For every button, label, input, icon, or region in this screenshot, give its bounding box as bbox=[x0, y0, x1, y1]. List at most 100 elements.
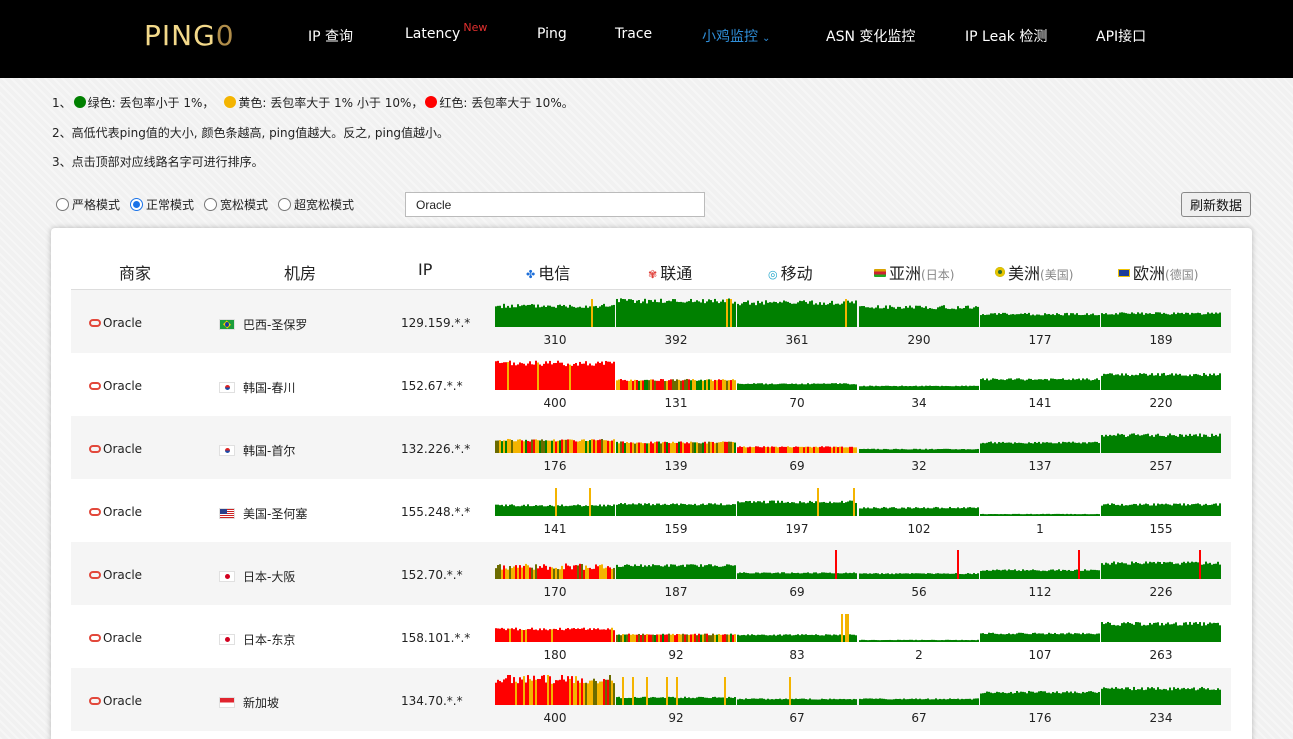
ping-chart-cell[interactable]: 263 bbox=[1101, 612, 1221, 664]
table-row[interactable]: Oracle 日本-大阪 152.70.*.* 170 187 69 56 112 226 bbox=[71, 542, 1231, 605]
ping-chart-cell[interactable]: 180 bbox=[495, 612, 615, 664]
ping-chart-cell[interactable]: 197 bbox=[737, 486, 857, 538]
nav-trace[interactable]: Trace bbox=[615, 26, 652, 42]
radio-loose[interactable] bbox=[204, 198, 218, 211]
ping-bar bbox=[690, 634, 692, 642]
header-america[interactable]: 美洲(美国) bbox=[995, 260, 1073, 284]
header-telecom[interactable]: ✤ 电信 bbox=[526, 260, 570, 284]
ping-chart-cell[interactable]: 1 bbox=[980, 486, 1100, 538]
ping-chart-cell[interactable]: 69 bbox=[737, 423, 857, 475]
ping-chart-cell[interactable]: 189 bbox=[1101, 297, 1221, 349]
ping-chart-cell[interactable]: 141 bbox=[980, 360, 1100, 412]
ping-chart-cell[interactable]: 361 bbox=[737, 297, 857, 349]
ping-chart-cell[interactable]: 83 bbox=[737, 612, 857, 664]
ping-chart-cell[interactable]: 290 bbox=[859, 297, 979, 349]
ping-bar bbox=[887, 508, 889, 516]
header-vendor[interactable]: 商家 bbox=[119, 260, 151, 284]
ping-chart-cell[interactable]: 67 bbox=[859, 675, 979, 727]
ping-chart-cell[interactable]: 310 bbox=[495, 297, 615, 349]
ping-bar bbox=[581, 506, 583, 516]
mode-strict[interactable]: 严格模式 bbox=[56, 196, 120, 213]
radio-normal[interactable] bbox=[130, 198, 144, 211]
ping-bar bbox=[833, 304, 835, 327]
logo[interactable]: PING0 bbox=[144, 19, 235, 52]
table-row[interactable]: Oracle 新加坡 134.70.*.* 400 92 67 67 176 234 bbox=[71, 668, 1231, 731]
radio-strict[interactable] bbox=[56, 198, 69, 211]
ping-chart-cell[interactable]: 92 bbox=[616, 612, 736, 664]
nav-ping[interactable]: Ping bbox=[537, 26, 567, 42]
ping-chart-cell[interactable]: 34 bbox=[859, 360, 979, 412]
nav-ip-leak[interactable]: IP Leak 检测 bbox=[965, 26, 1047, 46]
ping-chart-cell[interactable]: 257 bbox=[1101, 423, 1221, 475]
ping-chart-cell[interactable]: 92 bbox=[616, 675, 736, 727]
nav-latency[interactable]: Latency New bbox=[405, 21, 487, 42]
refresh-button[interactable]: 刷新数据 bbox=[1181, 192, 1251, 217]
header-europe[interactable]: 欧洲(德国) bbox=[1118, 260, 1198, 284]
table-row[interactable]: Oracle 巴西-圣保罗 129.159.*.* 310 392 361 290 177 18… bbox=[71, 290, 1231, 353]
table-row[interactable]: Oracle 韩国-春川 152.67.*.* 400 131 70 34 141 220 bbox=[71, 353, 1231, 416]
ping-chart-cell[interactable]: 32 bbox=[859, 423, 979, 475]
ping-chart-cell[interactable]: 177 bbox=[980, 297, 1100, 349]
table-row[interactable]: Oracle 美国-圣何塞 155.248.*.* 141 159 197 102 1 155 bbox=[71, 479, 1231, 542]
ping-chart-cell[interactable]: 234 bbox=[1101, 675, 1221, 727]
ping-bar bbox=[531, 364, 533, 390]
ping-chart-cell[interactable]: 102 bbox=[859, 486, 979, 538]
ping-bar bbox=[686, 442, 688, 453]
ping-chart-cell[interactable]: 400 bbox=[495, 360, 615, 412]
vendor-cell[interactable]: Oracle bbox=[89, 505, 142, 519]
ping-chart-cell[interactable]: 159 bbox=[616, 486, 736, 538]
ping-chart-cell[interactable]: 141 bbox=[495, 486, 615, 538]
ping-bar bbox=[953, 386, 955, 390]
ping-bar bbox=[791, 383, 793, 390]
ping-chart-cell[interactable]: 220 bbox=[1101, 360, 1221, 412]
mode-normal[interactable]: 正常模式 bbox=[130, 196, 194, 213]
nav-asn-monitor[interactable]: ASN 变化监控 bbox=[826, 26, 915, 46]
ping-chart-cell[interactable]: 56 bbox=[859, 549, 979, 601]
oracle-logo-icon bbox=[89, 382, 101, 390]
ping-chart-cell[interactable]: 392 bbox=[616, 297, 736, 349]
ping-bar bbox=[795, 303, 797, 327]
table-row[interactable]: Oracle 韩国-首尔 132.226.*.* 176 139 69 32 137 257 bbox=[71, 416, 1231, 479]
ping-bar bbox=[571, 505, 573, 516]
ping-chart-cell[interactable]: 137 bbox=[980, 423, 1100, 475]
ping-bar bbox=[601, 305, 603, 327]
header-mobile[interactable]: ◎ 移动 bbox=[768, 260, 813, 284]
ping-chart-cell[interactable]: 131 bbox=[616, 360, 736, 412]
ping-chart-cell[interactable]: 69 bbox=[737, 549, 857, 601]
mode-loose[interactable]: 宽松模式 bbox=[204, 196, 268, 213]
vendor-cell[interactable]: Oracle bbox=[89, 568, 142, 582]
vendor-cell[interactable]: Oracle bbox=[89, 316, 142, 330]
nav-vps-monitor[interactable]: 小鸡监控 ⌄ bbox=[702, 26, 770, 46]
ping-chart-cell[interactable]: 70 bbox=[737, 360, 857, 412]
vendor-cell[interactable]: Oracle bbox=[89, 694, 142, 708]
ping-chart-cell[interactable]: 139 bbox=[616, 423, 736, 475]
filter-input[interactable] bbox=[405, 192, 705, 217]
ping-chart-cell[interactable]: 107 bbox=[980, 612, 1100, 664]
table-row[interactable]: Oracle 日本-东京 158.101.*.* 180 92 83 2 107 263 bbox=[71, 605, 1231, 668]
ping-chart-cell[interactable]: 187 bbox=[616, 549, 736, 601]
vendor-cell[interactable]: Oracle bbox=[89, 442, 142, 456]
ping-bar bbox=[847, 573, 849, 579]
radio-ultra-loose[interactable] bbox=[278, 198, 292, 211]
ping-chart-cell[interactable]: 176 bbox=[495, 423, 615, 475]
ping-chart-cell[interactable]: 155 bbox=[1101, 486, 1221, 538]
header-ip[interactable]: IP bbox=[418, 260, 432, 279]
ping-chart-cell[interactable]: 226 bbox=[1101, 549, 1221, 601]
nav-ip-query[interactable]: IP 查询 bbox=[308, 26, 353, 46]
ping-chart-cell[interactable]: 176 bbox=[980, 675, 1100, 727]
mode-ultra-loose[interactable]: 超宽松模式 bbox=[278, 196, 354, 213]
ping-chart-cell[interactable]: 170 bbox=[495, 549, 615, 601]
ping-bar bbox=[1002, 692, 1004, 705]
nav-api[interactable]: API接口 bbox=[1096, 26, 1146, 46]
header-datacenter[interactable]: 机房 bbox=[284, 260, 316, 284]
ping-chart-cell[interactable]: 67 bbox=[737, 675, 857, 727]
header-unicom[interactable]: ✾ 联通 bbox=[648, 260, 692, 284]
vendor-cell[interactable]: Oracle bbox=[89, 631, 142, 645]
ping-chart-cell[interactable]: 2 bbox=[859, 612, 979, 664]
ping-chart-cell[interactable]: 112 bbox=[980, 549, 1100, 601]
ping-bar bbox=[587, 683, 589, 705]
vendor-cell[interactable]: Oracle bbox=[89, 379, 142, 393]
ping-chart-cell[interactable]: 400 bbox=[495, 675, 615, 727]
ping-bar bbox=[1098, 514, 1100, 516]
header-asia[interactable]: 亚洲(日本) bbox=[874, 260, 954, 284]
